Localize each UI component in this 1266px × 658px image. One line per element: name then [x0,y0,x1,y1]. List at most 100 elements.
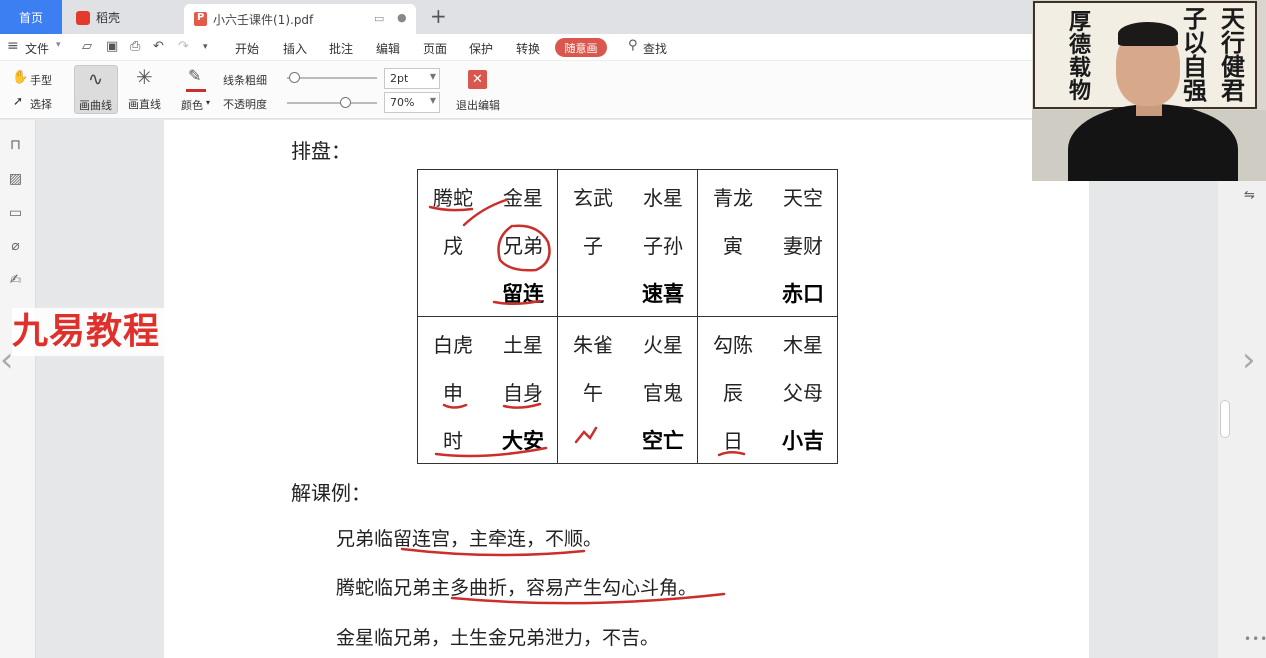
new-tab-icon[interactable]: + [430,5,447,27]
tab-draft[interactable]: 稻壳 [64,3,182,32]
scrollbar-thumb[interactable] [1220,400,1230,438]
menu-convert[interactable]: 转换 [516,40,540,57]
thickness-select[interactable]: 2pt ▼ [384,68,440,89]
thickness-slider-handle[interactable] [289,72,300,83]
palace-cell: 勾陈 木星 辰 父母 日 小吉 [697,316,838,464]
tab-home[interactable]: 首页 [0,0,62,34]
palace-name: 留连 [502,282,544,306]
tab-home-label: 首页 [18,10,43,25]
menu-annotate[interactable]: 批注 [329,40,353,57]
palace-star: 火星 [643,333,683,357]
hand-icon[interactable]: ✋ [12,70,28,85]
palace-star: 天空 [783,186,823,210]
palace-branch: 戌 [443,234,463,258]
draw-toolbar: ✋ 手型 ➚ 选择 ∿ 画曲线 ✳ 画直线 ✎ 颜色 ▾ 线条粗细 不透明度 2… [0,61,1032,119]
palace-god: 玄武 [573,186,613,210]
search-icon[interactable]: ⚲ [628,38,638,53]
menu-start[interactable]: 开始 [235,40,259,57]
palace-god: 白虎 [433,333,473,357]
search-button[interactable]: 查找 [643,40,667,57]
palace-star: 水星 [643,186,683,210]
right-rail: ⇋ [1218,120,1266,658]
palace-name: 大安 [502,429,544,453]
opacity-slider[interactable] [287,102,377,104]
tab-document[interactable]: 小六壬课件(1).pdf ▭ ● [184,4,416,34]
hamburger-menu-icon[interactable]: ≡ [7,38,19,54]
chevron-down-icon[interactable]: ▾ [56,40,61,50]
draw-curve-button[interactable]: ∿ 画曲线 [74,65,118,114]
open-folder-icon[interactable]: ▱ [82,39,92,54]
color-label[interactable]: 颜色 [181,97,203,113]
chevron-down-icon: ▼ [429,96,436,105]
palace-god: 青龙 [713,186,753,210]
hand-tool-label[interactable]: 手型 [30,72,52,88]
palace-god: 勾陈 [713,333,753,357]
palace-branch: 寅 [723,234,743,258]
freehand-draw-button[interactable]: 随意画 [555,38,607,57]
tab-document-label: 小六壬课件(1).pdf [213,12,314,27]
exit-edit-button[interactable]: 退出编辑 [456,97,500,113]
attachment-icon[interactable]: ⌀ [7,238,24,255]
straight-line-icon[interactable]: ✳ [136,65,153,89]
window-icon[interactable]: ▭ [374,12,384,25]
palace-name: 小吉 [782,429,824,453]
next-page-arrow-icon[interactable]: › [1242,340,1256,380]
palace-relation: 兄弟 [503,234,543,258]
bookmark-icon[interactable]: ⊓ [7,137,24,154]
color-dropdown-icon[interactable]: ▾ [206,98,210,107]
menu-protect[interactable]: 保护 [469,40,493,57]
palace-name: 速喜 [642,282,684,306]
page-tool-icon[interactable]: ⇋ [1244,188,1255,203]
pen-color-icon[interactable]: ✎ [188,66,201,85]
presenter-hair [1118,22,1178,46]
tab-draft-label: 稻壳 [96,11,121,25]
palace-cell: 朱雀 火星 午 官鬼 空亡 [557,316,698,464]
pdf-page: 排盘： 腾蛇 金星 戌 兄弟 留连 玄武 水星 子 子孙 速喜 青龙 天空 寅 妻财 赤口 … [164,120,1089,658]
palace-name: 赤口 [782,282,824,306]
palace-marker [558,278,628,308]
palace-name: 空亡 [642,429,684,453]
quick-access-dropdown-icon[interactable]: ▾ [203,42,208,52]
menu-edit[interactable]: 编辑 [376,40,400,57]
tab-close-dot-icon[interactable]: ● [397,11,407,24]
palace-relation: 子孙 [643,234,683,258]
calligraphy-column: 厚德载物 [1069,9,1092,104]
signature-icon[interactable]: ✍ [7,272,24,289]
print-icon[interactable]: ⎙ [130,39,140,54]
draw-curve-label: 画曲线 [79,99,112,112]
example-heading: 解课例： [291,481,371,505]
cursor-icon[interactable]: ➚ [13,94,23,108]
explanation-line: 腾蛇临兄弟主多曲折，容易产生勾心斗角。 [336,577,698,599]
more-options-icon[interactable]: ••• [1244,632,1266,646]
calligraphy-column: 子以自强 [1183,4,1207,105]
save-icon[interactable]: ▣ [106,39,118,54]
opacity-slider-handle[interactable] [340,97,351,108]
palace-god: 朱雀 [573,333,613,357]
comment-icon[interactable]: ▭ [7,205,24,222]
palace-relation: 官鬼 [643,381,683,405]
table-row: 腾蛇 金星 戌 兄弟 留连 玄武 水星 子 子孙 速喜 青龙 天空 寅 妻财 赤口 [417,169,838,317]
menu-page[interactable]: 页面 [423,40,447,57]
palace-relation: 父母 [783,381,823,405]
menu-bar: ≡ 文件 ▾ ▱ ▣ ⎙ ↶ ↷ ▾ 开始 插入 批注 编辑 页面 保护 转换 … [0,34,1032,61]
redo-icon[interactable]: ↷ [178,39,189,54]
palace-cell: 白虎 土星 申 自身 时 大安 [417,316,558,464]
undo-icon[interactable]: ↶ [153,39,164,54]
menu-insert[interactable]: 插入 [283,40,307,57]
opacity-select[interactable]: 70% ▼ [384,92,440,113]
select-tool-label[interactable]: 选择 [30,96,52,112]
palace-branch: 午 [583,381,603,405]
palace-star: 土星 [503,333,543,357]
thickness-label: 线条粗细 [223,74,267,87]
palace-marker: 时 [443,429,463,453]
thumbnail-icon[interactable]: ▨ [7,171,24,188]
palace-relation: 自身 [503,381,543,405]
thickness-slider[interactable] [287,77,377,79]
calligraphy-column: 天行健君 [1221,4,1245,105]
menu-file[interactable]: 文件 [25,40,49,57]
exit-edit-icon[interactable]: ✕ [468,70,487,89]
palace-cell: 青龙 天空 寅 妻财 赤口 [697,169,838,317]
draw-straight-label[interactable]: 画直线 [128,96,161,112]
palace-branch: 申 [443,381,463,405]
chevron-down-icon: ▼ [429,72,436,81]
